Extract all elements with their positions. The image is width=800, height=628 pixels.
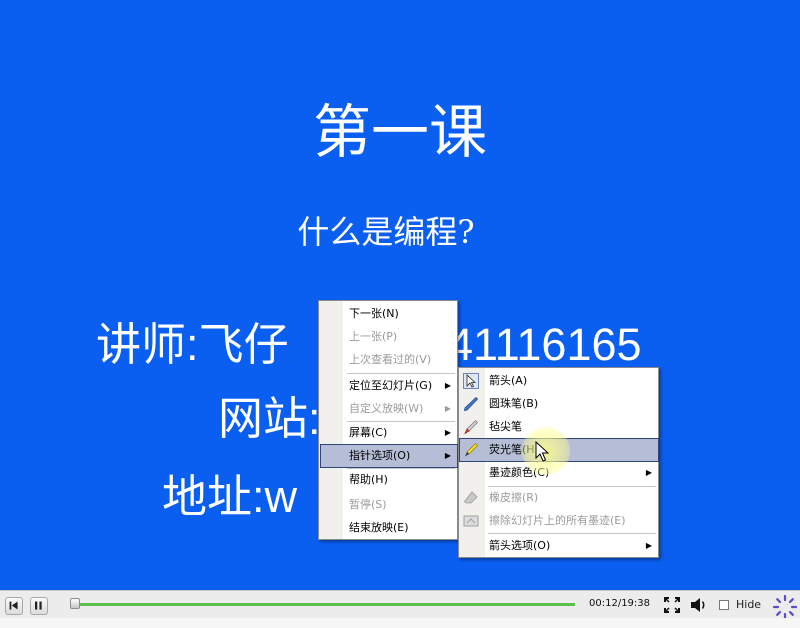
submenu-arrow-icon: ▶: [645, 468, 652, 477]
menu-item-next[interactable]: 下一张(N): [321, 303, 457, 325]
submenu-arrow-icon: ▶: [444, 451, 451, 460]
menu-item-label: 指针选项(O): [349, 449, 411, 462]
pause-icon: [35, 601, 42, 610]
menu-item-custom-show[interactable]: 自定义放映(W) ▶: [321, 398, 457, 420]
submenu-arrow-icon: ▶: [444, 404, 451, 413]
submenu-arrow-icon: ▶: [645, 541, 652, 550]
menu-item-arrow[interactable]: 箭头(A): [460, 370, 658, 392]
menu-item-label: 圆珠笔(B): [489, 397, 539, 410]
menu-item-pause[interactable]: 暂停(S): [321, 494, 457, 516]
player-logo-icon: [772, 594, 798, 620]
submenu-arrow-icon: ▶: [444, 381, 451, 390]
menu-item-end-show[interactable]: 结束放映(E): [321, 517, 457, 539]
menu-item-go-to-slide[interactable]: 定位至幻灯片(G) ▶: [321, 375, 457, 397]
mouse-cursor-icon: [535, 441, 549, 462]
menu-item-help[interactable]: 帮助(H): [321, 469, 457, 491]
skip-back-icon: [9, 601, 18, 610]
menu-item-label: 箭头选项(O): [489, 539, 551, 552]
felt-tip-pen-icon: [463, 419, 479, 435]
slideshow-context-menu: 下一张(N) 上一张(P) 上次查看过的(V) 定位至幻灯片(G) ▶ 自定义放…: [318, 300, 458, 540]
menu-item-ballpoint-pen[interactable]: 圆珠笔(B): [460, 393, 658, 415]
menu-item-arrow-options[interactable]: 箭头选项(O) ▶: [460, 535, 658, 557]
volume-icon[interactable]: [690, 597, 708, 613]
qq-number: 41116165: [448, 319, 642, 370]
highlighter-icon: [463, 442, 479, 458]
menu-item-label: 定位至幻灯片(G): [349, 379, 433, 392]
menu-item-label: 自定义放映(W): [349, 402, 424, 415]
erase-all-ink-icon: [463, 513, 479, 529]
menu-item-label: 擦除幻灯片上的所有墨迹(E): [489, 514, 626, 527]
address-line: 地址:w: [162, 471, 298, 522]
slide-title: 第一课: [312, 98, 487, 166]
website-line: 网站:: [218, 393, 321, 444]
menu-item-label: 屏幕(C): [349, 426, 388, 439]
hide-checkbox[interactable]: [719, 600, 729, 610]
menu-item-label: 下一张(N): [349, 307, 399, 320]
menu-item-label: 帮助(H): [349, 473, 388, 486]
menu-item-label: 结束放映(E): [349, 521, 409, 534]
fullscreen-icon[interactable]: [664, 597, 680, 613]
window-bottom-edge: [0, 618, 800, 628]
slide-subtitle: 什么是编程?: [297, 213, 475, 251]
menu-separator: [347, 373, 455, 374]
submenu-arrow-icon: ▶: [444, 428, 451, 437]
menu-item-label: 上次查看过的(V): [349, 353, 432, 366]
menu-item-screen[interactable]: 屏幕(C) ▶: [321, 422, 457, 444]
pause-button[interactable]: [30, 597, 48, 615]
menu-item-label: 橡皮擦(R): [489, 491, 539, 504]
menu-item-label: 毡尖笔: [489, 420, 522, 433]
skip-back-button[interactable]: [5, 597, 23, 615]
menu-item-label: 箭头(A): [489, 374, 528, 387]
ballpoint-pen-icon: [463, 396, 479, 412]
menu-item-label: 暂停(S): [349, 498, 387, 511]
eraser-icon: [463, 490, 479, 506]
menu-separator: [488, 533, 656, 534]
menu-item-label: 上一张(P): [349, 330, 398, 343]
hide-label: Hide: [736, 598, 762, 611]
teacher-line: 讲师:飞仔: [96, 319, 289, 370]
time-readout: 00:12/19:38: [589, 598, 651, 609]
menu-item-erase-all-ink[interactable]: 擦除幻灯片上的所有墨迹(E): [460, 510, 658, 532]
menu-item-last-viewed[interactable]: 上次查看过的(V): [321, 349, 457, 371]
menu-item-previous[interactable]: 上一张(P): [321, 326, 457, 348]
menu-item-pointer-options[interactable]: 指针选项(O) ▶: [320, 444, 458, 468]
seek-handle[interactable]: [70, 598, 81, 609]
arrow-pointer-icon: [463, 373, 479, 389]
seek-bar[interactable]: [70, 603, 575, 606]
menu-item-eraser[interactable]: 橡皮擦(R): [460, 487, 658, 509]
